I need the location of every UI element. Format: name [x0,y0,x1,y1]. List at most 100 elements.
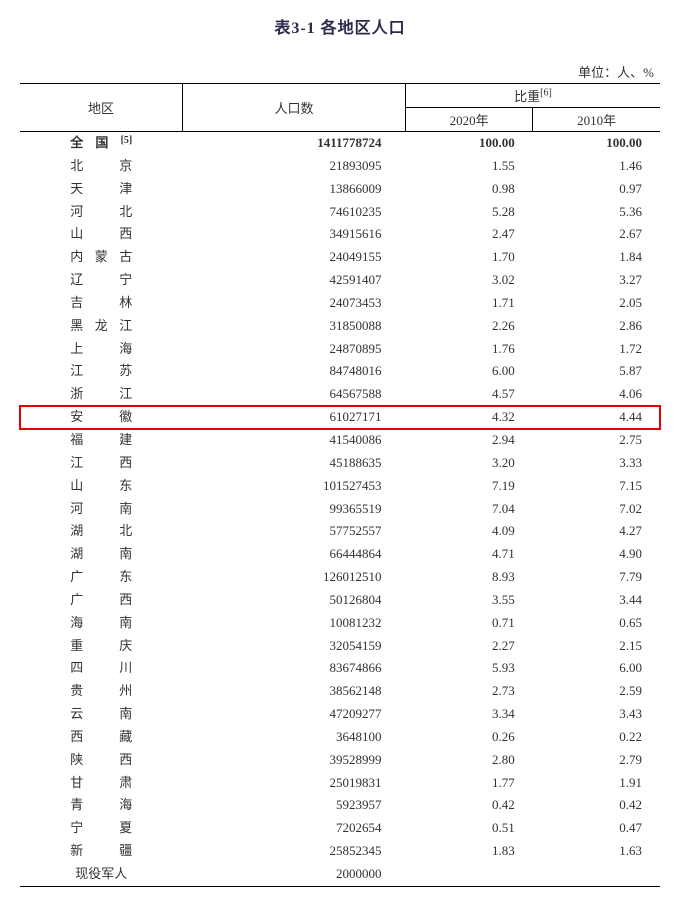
value-cell: 24870895 [183,338,406,361]
value-cell: 47209277 [183,703,406,726]
value-cell: 0.22 [533,726,660,749]
value-cell: 100.00 [533,132,660,155]
table-row: 内蒙古240491551.701.84 [20,246,660,269]
value-cell: 50126804 [183,589,406,612]
region-cell: 青海 [20,794,183,817]
value-cell: 2.67 [533,223,660,246]
value-cell: 2.75 [533,429,660,452]
region-cell: 山西 [20,223,183,246]
value-cell: 32054159 [183,635,406,658]
table-row: 湖南664448644.714.90 [20,543,660,566]
region-cell: 海南 [20,612,183,635]
value-cell: 2000000 [183,863,406,886]
table-row: 广东1260125108.937.79 [20,566,660,589]
value-cell: 6.00 [533,657,660,680]
header-2020: 2020年 [406,108,533,132]
value-cell: 4.90 [533,543,660,566]
value-cell: 1.46 [533,155,660,178]
value-cell: 0.42 [406,794,533,817]
value-cell: 7.15 [533,475,660,498]
value-cell: 2.26 [406,315,533,338]
value-cell: 7.79 [533,566,660,589]
table-row: 甘肃250198311.771.91 [20,772,660,795]
value-cell: 61027171 [183,406,406,429]
value-cell: 4.27 [533,520,660,543]
region-cell: 上海 [20,338,183,361]
value-cell: 100.00 [406,132,533,155]
value-cell: 2.79 [533,749,660,772]
table-row: 北京218930951.551.46 [20,155,660,178]
region-cell: 北京 [20,155,183,178]
region-cell: 黑龙江 [20,315,183,338]
table-row: 宁夏72026540.510.47 [20,817,660,840]
value-cell: 2.80 [406,749,533,772]
value-cell: 101527453 [183,475,406,498]
region-cell: 辽宁 [20,269,183,292]
value-cell: 38562148 [183,680,406,703]
value-cell: 4.71 [406,543,533,566]
table-row: 河南993655197.047.02 [20,498,660,521]
region-cell: 甘肃 [20,772,183,795]
header-2010: 2010年 [533,108,660,132]
value-cell: 0.97 [533,178,660,201]
value-cell: 3.44 [533,589,660,612]
table-row: 湖北577525574.094.27 [20,520,660,543]
value-cell: 3.33 [533,452,660,475]
value-cell: 7.04 [406,498,533,521]
region-cell: 吉林 [20,292,183,315]
region-cell: 湖北 [20,520,183,543]
value-cell: 3.55 [406,589,533,612]
region-cell: 安徽 [20,406,183,429]
table-row: 山西349156162.472.67 [20,223,660,246]
value-cell: 25852345 [183,840,406,863]
table-row: 西藏36481000.260.22 [20,726,660,749]
region-cell: 全国[5] [20,132,183,155]
value-cell: 74610235 [183,201,406,224]
table-row: 新疆258523451.831.63 [20,840,660,863]
value-cell: 25019831 [183,772,406,795]
table-row: 山东1015274537.197.15 [20,475,660,498]
region-cell: 新疆 [20,840,183,863]
value-cell: 1.55 [406,155,533,178]
region-cell: 天津 [20,178,183,201]
table-row: 福建415400862.942.75 [20,429,660,452]
table-row: 吉林240734531.712.05 [20,292,660,315]
value-cell: 4.32 [406,406,533,429]
region-cell: 西藏 [20,726,183,749]
value-cell [406,863,533,886]
value-cell: 4.44 [533,406,660,429]
value-cell: 1.63 [533,840,660,863]
region-cell: 陕西 [20,749,183,772]
table-title: 表3-1 各地区人口 [20,14,660,38]
table-row: 天津138660090.980.97 [20,178,660,201]
value-cell: 1.72 [533,338,660,361]
value-cell: 7202654 [183,817,406,840]
table-row: 四川836748665.936.00 [20,657,660,680]
region-cell: 河南 [20,498,183,521]
value-cell: 0.26 [406,726,533,749]
region-cell: 重庆 [20,635,183,658]
region-cell: 江西 [20,452,183,475]
value-cell: 2.86 [533,315,660,338]
value-cell: 13866009 [183,178,406,201]
value-cell: 3.20 [406,452,533,475]
value-cell: 0.65 [533,612,660,635]
table-row: 浙江645675884.574.06 [20,383,660,406]
table-row: 辽宁425914073.023.27 [20,269,660,292]
value-cell: 5.93 [406,657,533,680]
value-cell: 0.71 [406,612,533,635]
region-cell: 福建 [20,429,183,452]
value-cell: 5923957 [183,794,406,817]
value-cell: 21893095 [183,155,406,178]
value-cell: 2.59 [533,680,660,703]
value-cell: 3648100 [183,726,406,749]
value-cell: 4.06 [533,383,660,406]
value-cell: 39528999 [183,749,406,772]
region-cell: 山东 [20,475,183,498]
table-row: 上海248708951.761.72 [20,338,660,361]
value-cell: 5.28 [406,201,533,224]
value-cell: 57752557 [183,520,406,543]
region-cell: 广西 [20,589,183,612]
value-cell: 5.36 [533,201,660,224]
table-row: 云南472092773.343.43 [20,703,660,726]
